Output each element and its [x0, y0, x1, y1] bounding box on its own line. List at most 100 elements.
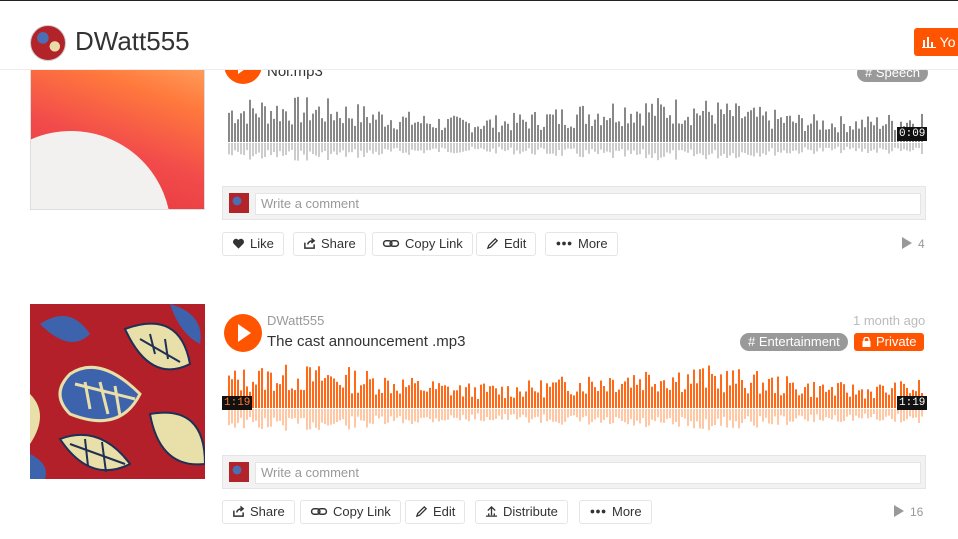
waveform-reflection-bar: [489, 143, 491, 152]
waveform-bar: [789, 382, 791, 408]
waveform-bar: [618, 121, 620, 142]
waveform-bar: [828, 389, 830, 408]
waveform-bar: [729, 385, 731, 408]
track2-play-button[interactable]: [224, 314, 262, 352]
waveform-reflection-bar: [483, 409, 485, 422]
waveform-bar: [615, 391, 617, 408]
waveform-reflection-bar: [360, 409, 362, 421]
waveform-bar: [510, 396, 512, 408]
waveform-bar: [726, 103, 728, 142]
profile-username[interactable]: DWatt555: [75, 26, 190, 57]
waveform-reflection-bar: [597, 409, 599, 418]
waveform-bar: [498, 394, 500, 408]
waveform-reflection-bar: [378, 409, 380, 419]
waveform-reflection-bar: [402, 143, 404, 153]
waveform-reflection-bar: [582, 143, 584, 158]
waveform-bar: [333, 120, 335, 142]
waveform-bar: [348, 367, 350, 408]
waveform-reflection-bar: [576, 409, 578, 418]
track1-share-button[interactable]: Share: [293, 232, 366, 256]
waveform-reflection-bar: [342, 409, 344, 420]
waveform-reflection-bar: [504, 409, 506, 414]
waveform-reflection-bar: [873, 143, 875, 150]
waveform-reflection-bar: [795, 409, 797, 419]
track2-uploader[interactable]: DWatt555: [267, 313, 324, 328]
waveform-reflection-bar: [573, 143, 575, 149]
track1-waveform[interactable]: [228, 96, 926, 162]
waveform-reflection-bar: [711, 409, 713, 426]
waveform-bar: [636, 111, 638, 142]
distribute-icon: [485, 505, 498, 517]
track2-distribute-button[interactable]: Distribute: [475, 500, 568, 524]
waveform-reflection-bar: [699, 409, 701, 429]
waveform-reflection-bar: [711, 143, 713, 154]
track2-comment-input[interactable]: Write a comment: [255, 462, 921, 484]
waveform-reflection-bar: [630, 143, 632, 155]
track2-copy-link-button[interactable]: Copy Link: [300, 500, 401, 524]
waveform-bar: [456, 390, 458, 408]
waveform-reflection-bar: [468, 143, 470, 151]
track2-artwork[interactable]: [30, 304, 205, 479]
waveform-reflection-bar: [723, 143, 725, 154]
waveform-reflection-bar: [348, 143, 350, 153]
waveform-reflection-bar: [357, 143, 359, 158]
waveform-bar: [270, 372, 272, 408]
waveform-bar: [633, 122, 635, 142]
waveform-reflection-bar: [234, 143, 236, 151]
waveform-bar: [237, 119, 239, 142]
track2-share-button[interactable]: Share: [222, 500, 295, 524]
track2-tag-entertainment[interactable]: # Entertainment: [740, 333, 848, 351]
waveform-reflection-bar: [456, 143, 458, 153]
waveform-bar: [894, 382, 896, 408]
waveform-bar: [342, 123, 344, 142]
track1-comment-input[interactable]: Write a comment: [255, 193, 921, 215]
header-cta-button[interactable]: Yo: [914, 28, 958, 56]
waveform-reflection-bar: [822, 409, 824, 421]
waveform-bar: [720, 109, 722, 142]
edit-label: Edit: [433, 504, 456, 519]
waveform-reflection-bar: [687, 143, 689, 153]
waveform-bar: [243, 111, 245, 142]
waveform-reflection-bar: [339, 409, 341, 421]
waveform-reflection-bar: [387, 409, 389, 423]
waveform-reflection-bar: [309, 409, 311, 430]
waveform-bar: [678, 372, 680, 408]
waveform-bar: [819, 386, 821, 408]
waveform-reflection-bar: [306, 409, 308, 430]
track1-copy-link-button[interactable]: Copy Link: [372, 232, 473, 256]
waveform-reflection-bar: [408, 143, 410, 155]
waveform-bar: [669, 115, 671, 142]
track2-more-button[interactable]: More: [579, 500, 652, 524]
waveform-reflection-bar: [297, 409, 299, 424]
waveform-bar: [786, 116, 788, 142]
waveform-reflection-bar: [630, 409, 632, 420]
waveform-bar: [756, 116, 758, 142]
waveform-reflection-bar: [798, 409, 800, 416]
waveform-bar: [498, 132, 500, 142]
waveform-reflection-bar: [771, 409, 773, 425]
waveform-reflection-bar: [570, 143, 572, 150]
waveform-reflection-bar: [492, 143, 494, 149]
waveform-bar: [723, 114, 725, 142]
waveform-bar: [402, 116, 404, 142]
more-label: More: [578, 236, 608, 251]
waveform-reflection-bar: [513, 409, 515, 415]
track1-more-button[interactable]: More: [545, 232, 618, 256]
track2-title[interactable]: The cast announcement .mp3: [267, 333, 465, 350]
waveform-reflection-bar: [810, 143, 812, 151]
waveform-bar: [573, 127, 575, 142]
track1-edit-button[interactable]: Edit: [476, 232, 537, 256]
waveform-reflection-bar: [600, 143, 602, 150]
waveform-reflection-bar: [888, 143, 890, 154]
waveform-reflection-bar: [606, 143, 608, 152]
track2-edit-button[interactable]: Edit: [405, 500, 466, 524]
profile-avatar[interactable]: [30, 25, 66, 61]
waveform-reflection-bar: [843, 143, 845, 151]
waveform-bar: [483, 125, 485, 142]
waveform-reflection-bar: [273, 409, 275, 418]
track2-waveform[interactable]: [228, 364, 926, 432]
waveform-bar: [714, 123, 716, 142]
track1-like-button[interactable]: Like: [222, 232, 284, 256]
waveform-reflection-bar: [837, 409, 839, 422]
waveform-bar: [399, 121, 401, 142]
